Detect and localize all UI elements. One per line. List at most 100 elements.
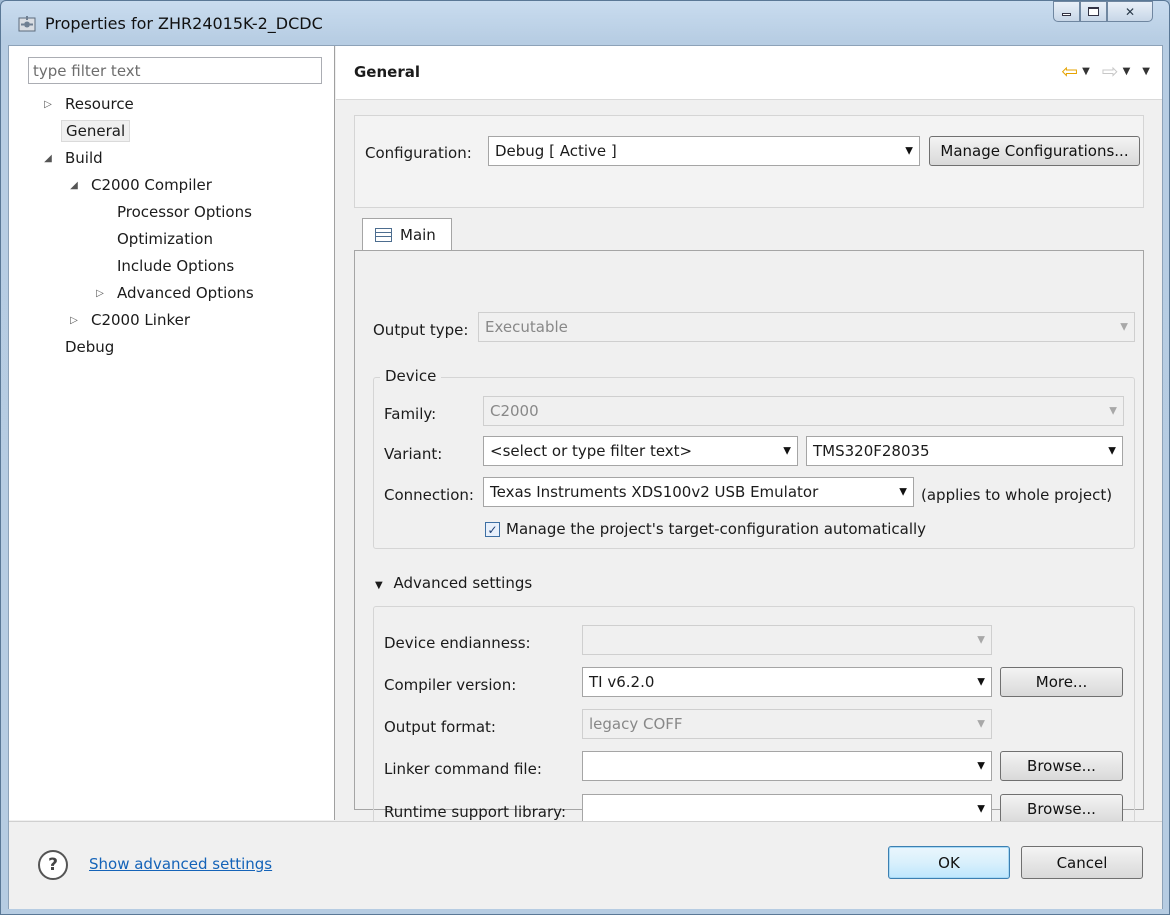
- tree-item-label: Advanced Options: [117, 284, 254, 302]
- dropdown-arrow-icon: ▼: [1108, 445, 1116, 457]
- dropdown-arrow-icon: ▼: [977, 803, 985, 815]
- close-button[interactable]: ✕: [1107, 1, 1153, 22]
- output-type-select: Executable ▼: [478, 312, 1135, 342]
- title-bar: Properties for ZHR24015K-2_DCDC ✕: [1, 1, 1169, 45]
- view-menu-icon[interactable]: ▼: [1142, 66, 1150, 77]
- tab-label: Main: [400, 226, 436, 244]
- advanced-settings-toggle[interactable]: ▼ Advanced settings: [375, 574, 532, 592]
- output-format-select: legacy COFF ▼: [582, 709, 992, 739]
- tree-item-processor-options[interactable]: Processor Options: [93, 200, 256, 224]
- advanced-settings-title: Advanced settings: [393, 574, 533, 592]
- connection-select[interactable]: Texas Instruments XDS100v2 USB Emulator …: [483, 477, 914, 507]
- filter-input[interactable]: [28, 57, 322, 84]
- output-format-label: Output format:: [384, 718, 496, 736]
- tree-item-debug[interactable]: Debug: [41, 335, 118, 359]
- properties-window-icon: [18, 16, 36, 32]
- output-type-value: Executable: [485, 318, 568, 336]
- manage-configurations-button[interactable]: Manage Configurations...: [929, 136, 1140, 166]
- forward-arrow-icon[interactable]: ⇨: [1102, 61, 1119, 81]
- main-tab-panel: Output type: Executable ▼ Device Family:…: [354, 250, 1144, 839]
- tree-item-build[interactable]: ◢ Build: [41, 146, 107, 170]
- dropdown-arrow-icon: ▼: [899, 486, 907, 498]
- family-select: C2000 ▼: [483, 396, 1124, 426]
- tree-item-label: C2000 Linker: [91, 311, 190, 329]
- compiler-version-select[interactable]: TI v6.2.0 ▼: [582, 667, 992, 697]
- maximize-button[interactable]: [1080, 1, 1107, 22]
- advanced-settings-group: Device endianness: ▼ Compiler version: T…: [373, 606, 1135, 839]
- maximize-icon: [1088, 7, 1099, 16]
- ok-button[interactable]: OK: [888, 846, 1010, 879]
- minimize-button[interactable]: [1053, 1, 1080, 22]
- checkmark-icon: ✓: [487, 522, 498, 537]
- variant-select[interactable]: TMS320F28035 ▼: [806, 436, 1123, 466]
- tree-item-label: C2000 Compiler: [91, 176, 212, 194]
- table-icon: [375, 228, 392, 242]
- tree-item-c2000-compiler[interactable]: ◢ C2000 Compiler: [67, 173, 216, 197]
- tab-main[interactable]: Main: [362, 218, 452, 251]
- browse-runtime-button[interactable]: Browse...: [1000, 794, 1123, 824]
- window-title: Properties for ZHR24015K-2_DCDC: [45, 14, 323, 33]
- configuration-select[interactable]: Debug [ Active ] ▼: [488, 136, 920, 166]
- tree-item-general[interactable]: General: [41, 119, 131, 143]
- page-header: General ⇦ ▼ ⇨ ▼ ▼: [336, 46, 1162, 100]
- collapse-icon[interactable]: ◢: [41, 153, 55, 164]
- show-advanced-settings-link[interactable]: Show advanced settings: [89, 855, 272, 873]
- tree-item-label: General: [61, 120, 131, 142]
- family-value: C2000: [490, 402, 539, 420]
- connection-label: Connection:: [384, 486, 474, 504]
- manage-target-config-label[interactable]: Manage the project's target-configuratio…: [506, 520, 926, 538]
- variant-filter-select[interactable]: <select or type filter text> ▼: [483, 436, 798, 466]
- forward-dropdown-icon[interactable]: ▼: [1123, 66, 1131, 77]
- expand-icon[interactable]: ▷: [67, 315, 81, 326]
- connection-value: Texas Instruments XDS100v2 USB Emulator: [490, 483, 819, 501]
- device-endianness-label: Device endianness:: [384, 634, 531, 652]
- family-label: Family:: [384, 405, 437, 423]
- dropdown-arrow-icon: ▼: [1120, 321, 1128, 333]
- navigation-pane: ▷ Resource General ◢ Build ◢ C2000 Compi…: [9, 46, 335, 820]
- linker-command-file-label: Linker command file:: [384, 760, 542, 778]
- linker-command-file-select[interactable]: ▼: [582, 751, 992, 781]
- close-icon: ✕: [1124, 4, 1136, 19]
- tree-item-optimization[interactable]: Optimization: [93, 227, 217, 251]
- tree-item-c2000-linker[interactable]: ▷ C2000 Linker: [67, 308, 194, 332]
- device-endianness-select: ▼: [582, 625, 992, 655]
- dropdown-arrow-icon: ▼: [977, 760, 985, 772]
- expand-icon[interactable]: ▷: [41, 99, 55, 110]
- collapse-icon[interactable]: ◢: [67, 180, 81, 191]
- output-format-value: legacy COFF: [589, 715, 683, 733]
- dialog-footer: ? Show advanced settings OK Cancel: [9, 821, 1162, 909]
- more-button[interactable]: More...: [1000, 667, 1123, 697]
- dropdown-arrow-icon: ▼: [977, 634, 985, 646]
- expand-icon[interactable]: ▷: [93, 288, 107, 299]
- tree-item-include-options[interactable]: Include Options: [93, 254, 238, 278]
- expand-arrow-icon: ▼: [375, 580, 383, 591]
- compiler-version-label: Compiler version:: [384, 676, 517, 694]
- connection-note: (applies to whole project): [921, 486, 1113, 504]
- back-dropdown-icon[interactable]: ▼: [1082, 66, 1090, 77]
- tree-item-label: Debug: [65, 338, 115, 356]
- configuration-value: Debug [ Active ]: [495, 142, 617, 160]
- compiler-version-value: TI v6.2.0: [589, 673, 655, 691]
- tree-item-label: Resource: [65, 95, 134, 113]
- back-arrow-icon[interactable]: ⇦: [1061, 61, 1078, 81]
- variant-label: Variant:: [384, 445, 443, 463]
- runtime-library-select[interactable]: ▼: [582, 794, 992, 824]
- help-icon[interactable]: ?: [38, 850, 68, 880]
- tree-item-label: Processor Options: [117, 203, 252, 221]
- manage-target-config-checkbox[interactable]: ✓: [485, 522, 500, 537]
- window-controls: ✕: [1053, 1, 1153, 25]
- tree-item-resource[interactable]: ▷ Resource: [41, 92, 138, 116]
- tree-item-advanced-options[interactable]: ▷ Advanced Options: [93, 281, 258, 305]
- properties-page: General ⇦ ▼ ⇨ ▼ ▼ Configuration: Debug […: [336, 46, 1162, 839]
- dropdown-arrow-icon: ▼: [783, 445, 791, 457]
- tree-item-label: Build: [65, 149, 103, 167]
- browse-linker-button[interactable]: Browse...: [1000, 751, 1123, 781]
- runtime-library-label: Runtime support library:: [384, 803, 566, 821]
- variant-filter-value: <select or type filter text>: [490, 442, 693, 460]
- help-glyph: ?: [48, 855, 58, 875]
- minimize-icon: [1062, 13, 1071, 16]
- output-type-label: Output type:: [373, 321, 469, 339]
- dropdown-arrow-icon: ▼: [905, 145, 913, 157]
- dialog-client-area: ▷ Resource General ◢ Build ◢ C2000 Compi…: [8, 45, 1163, 909]
- cancel-button[interactable]: Cancel: [1021, 846, 1143, 879]
